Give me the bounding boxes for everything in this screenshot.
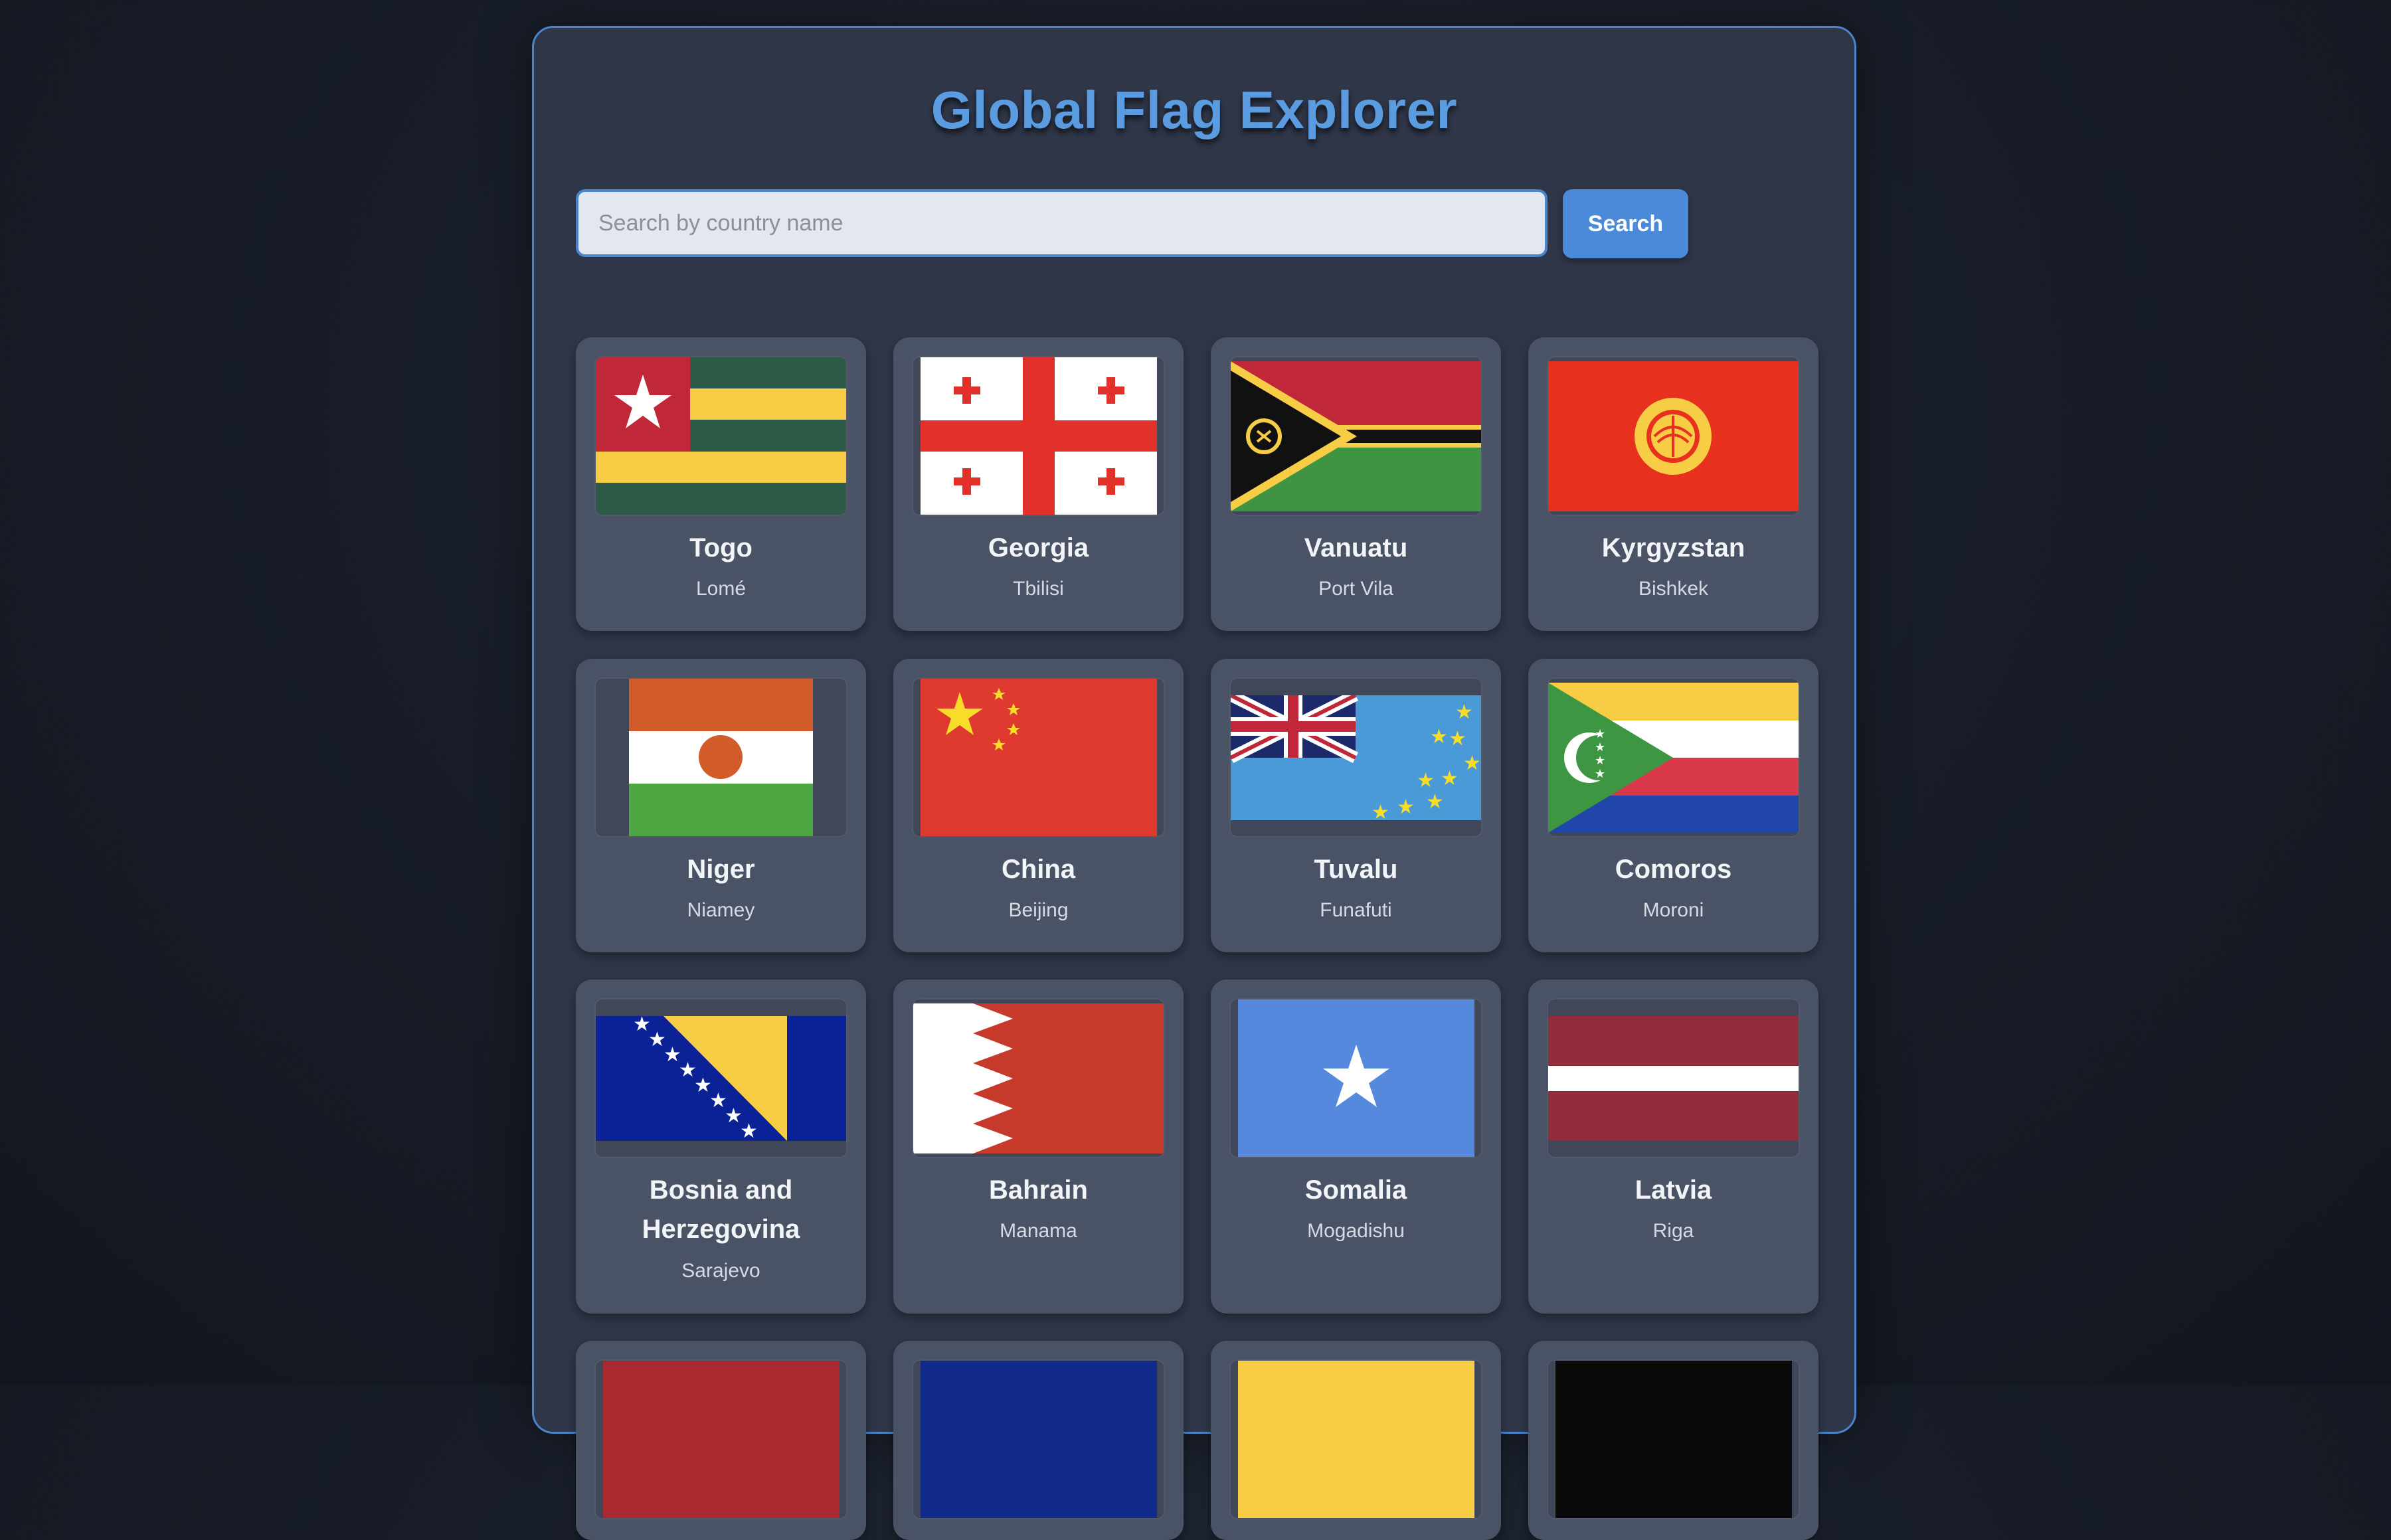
country-capital: Sarajevo	[681, 1260, 760, 1282]
svg-text:★: ★	[1441, 767, 1459, 790]
flag-frame	[913, 679, 1164, 836]
country-capital: Port Vila	[1318, 578, 1393, 600]
country-name: Bosnia and Herzegovina	[642, 1175, 800, 1244]
flag-frame	[1548, 999, 1799, 1157]
bahrain-flag-icon	[913, 1003, 1164, 1154]
svg-text:★: ★	[1595, 727, 1605, 741]
flag-frame	[1231, 357, 1481, 515]
flag-frame	[913, 1361, 1164, 1518]
country-card-somalia[interactable]: Somalia Mogadishu	[1211, 980, 1501, 1314]
svg-text:★: ★	[1595, 740, 1605, 754]
country-card-comoros[interactable]: ★ ★ ★ ★ Comoros Moroni	[1528, 659, 1818, 952]
flag-frame	[1231, 1361, 1481, 1518]
flag-icon	[1237, 1361, 1474, 1518]
flag-icon	[602, 1361, 840, 1518]
country-card-partial[interactable]	[1211, 1341, 1501, 1540]
country-capital: Beijing	[1008, 899, 1069, 921]
country-capital: Bishkek	[1638, 578, 1709, 600]
china-flag-icon	[920, 679, 1157, 836]
search-input[interactable]	[576, 189, 1548, 257]
country-capital: Mogadishu	[1307, 1220, 1405, 1242]
country-name: Georgia	[988, 533, 1089, 562]
country-name: Togo	[689, 533, 753, 562]
flag-frame	[1231, 999, 1481, 1157]
country-capital: Moroni	[1642, 899, 1704, 921]
tuvalu-flag-icon: ★ ★ ★ ★ ★ ★ ★ ★ ★	[1231, 695, 1481, 820]
country-name: Somalia	[1304, 1175, 1407, 1205]
latvia-flag-icon	[1548, 1015, 1799, 1141]
country-name: Vanuatu	[1304, 533, 1408, 562]
country-card-china[interactable]: China Beijing	[893, 659, 1184, 952]
country-name: Niger	[687, 855, 755, 884]
flag-icon	[1555, 1361, 1792, 1518]
svg-text:★: ★	[740, 1120, 758, 1141]
svg-text:★: ★	[1426, 790, 1444, 813]
flag-frame: ★ ★ ★ ★ ★ ★ ★ ★ ★	[1231, 679, 1481, 836]
flag-frame	[596, 357, 846, 515]
flag-frame	[913, 357, 1164, 515]
flag-frame: ★ ★ ★ ★	[1548, 679, 1799, 836]
svg-text:★: ★	[1417, 769, 1435, 792]
country-card-latvia[interactable]: Latvia Riga	[1528, 980, 1818, 1314]
niger-flag-icon	[629, 679, 813, 836]
country-card-vanuatu[interactable]: Vanuatu Port Vila	[1211, 337, 1501, 631]
somalia-flag-icon	[1237, 999, 1474, 1157]
page-title: Global Flag Explorer	[930, 80, 1458, 139]
country-capital: Riga	[1652, 1220, 1694, 1242]
country-card-togo[interactable]: Togo Lomé	[576, 337, 866, 631]
georgia-flag-icon	[920, 357, 1157, 515]
country-capital: Lomé	[695, 578, 747, 600]
country-capital: Manama	[1000, 1220, 1077, 1242]
comoros-flag-icon: ★★ ★★	[1548, 682, 1799, 833]
explorer-panel: Global Flag Explorer Search Togo Lomé	[532, 26, 1856, 1540]
svg-text:★: ★	[1455, 701, 1473, 724]
vanuatu-flag-icon	[1231, 361, 1481, 511]
country-name: China	[1001, 855, 1076, 884]
country-card-kyrgyzstan[interactable]: Kyrgyzstan Bishkek	[1528, 337, 1818, 631]
flag-icon	[920, 1361, 1157, 1518]
kyrgyzstan-flag-icon	[1548, 361, 1799, 511]
svg-text:★: ★	[1449, 727, 1466, 750]
flag-frame	[913, 999, 1164, 1157]
country-card-niger[interactable]: Niger Niamey	[576, 659, 866, 952]
flag-frame: ★ ★ ★ ★ ★ ★ ★ ★	[596, 999, 846, 1157]
country-capital: Funafuti	[1320, 899, 1392, 921]
country-card-partial[interactable]	[893, 1341, 1184, 1540]
svg-text:★: ★	[1463, 752, 1481, 775]
country-card-bosnia[interactable]: ★ ★ ★ ★ ★ ★ ★ ★ Bosnia and Herzegovina Saraje…	[576, 980, 866, 1314]
country-name: Tuvalu	[1314, 855, 1398, 884]
togo-flag-icon	[596, 357, 846, 515]
svg-text:★: ★	[1595, 754, 1605, 768]
svg-text:★: ★	[1372, 801, 1389, 820]
svg-text:★: ★	[1397, 796, 1415, 819]
flag-frame	[596, 679, 846, 836]
country-card-partial[interactable]	[576, 1341, 866, 1540]
country-name: Comoros	[1615, 855, 1732, 884]
country-card-georgia[interactable]: Georgia Tbilisi	[893, 337, 1184, 631]
flag-frame	[1548, 357, 1799, 515]
country-name: Bahrain	[989, 1175, 1088, 1205]
search-button[interactable]: Search	[1563, 189, 1688, 258]
flag-frame	[596, 1361, 846, 1518]
svg-text:★: ★	[1430, 725, 1448, 748]
country-name: Kyrgyzstan	[1601, 533, 1745, 562]
country-name: Latvia	[1635, 1175, 1712, 1205]
country-capital: Niamey	[687, 899, 755, 921]
country-card-tuvalu[interactable]: ★ ★ ★ ★ ★ ★ ★ ★ ★ Tuvalu Funafuti	[1211, 659, 1501, 952]
flag-frame	[1548, 1361, 1799, 1518]
svg-text:★: ★	[1595, 767, 1605, 781]
bosnia-flag-icon: ★★★ ★★★ ★★	[596, 1015, 846, 1141]
country-card-bahrain[interactable]: Bahrain Manama	[893, 980, 1184, 1314]
country-capital: Tbilisi	[1013, 578, 1064, 600]
country-card-partial[interactable]	[1528, 1341, 1818, 1540]
